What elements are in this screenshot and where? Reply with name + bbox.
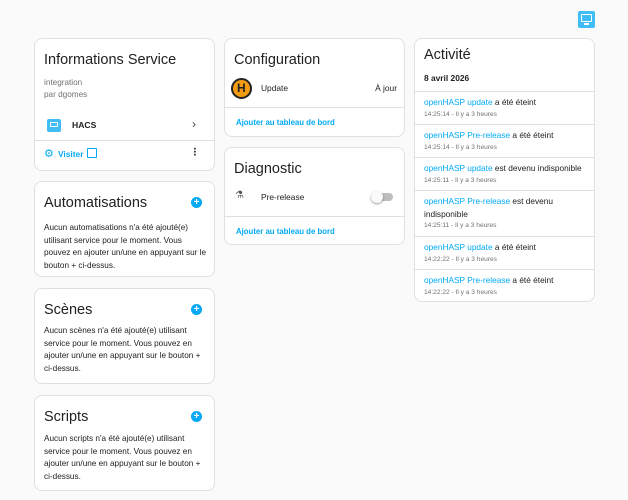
add-script-button[interactable]: + bbox=[191, 411, 202, 422]
activity-date: 8 avril 2026 bbox=[424, 73, 470, 83]
activity-entry: openHASP update a été éteint 14:22:22 - … bbox=[415, 236, 594, 265]
activity-entity-link[interactable]: openHASP update bbox=[424, 242, 493, 252]
configuration-add-to-dashboard-link[interactable]: Ajouter au tableau de bord bbox=[236, 118, 335, 127]
prerelease-entity-row[interactable]: ⚗ Pre-release bbox=[225, 187, 406, 207]
activity-entry: openHASP update est devenu indisponible … bbox=[415, 157, 594, 186]
update-entity-name: Update bbox=[261, 83, 289, 93]
update-entity-state: À jour bbox=[375, 83, 397, 93]
visit-label: Visiter bbox=[58, 149, 84, 159]
activity-time: 14:25:11 - Il y a 3 heures bbox=[424, 176, 497, 184]
activity-entry: openHASP Pre-release est devenu indispon… bbox=[415, 190, 594, 231]
activity-time: 14:25:14 - Il y a 3 heures bbox=[424, 110, 497, 118]
prerelease-entity-name: Pre-release bbox=[261, 192, 305, 202]
activity-entity-link[interactable]: openHASP Pre-release bbox=[424, 275, 510, 285]
activity-time: 14:25:11 - Il y a 3 heures bbox=[424, 222, 497, 229]
activity-title: Activité bbox=[424, 47, 471, 63]
chevron-right-icon: › bbox=[192, 117, 196, 131]
activity-time: 14:22:22 - Il y a 3 heures bbox=[424, 288, 497, 296]
scripts-card: Scripts + Aucun scripts n'a été ajouté(e… bbox=[34, 395, 215, 491]
activity-entity-link[interactable]: openHASP Pre-release bbox=[424, 196, 510, 206]
diagnostic-title: Diagnostic bbox=[234, 161, 302, 177]
info-subtitle-author: par dgomes bbox=[44, 90, 88, 99]
scripts-title: Scripts bbox=[44, 409, 89, 425]
activity-entity-link[interactable]: openHASP Pre-release bbox=[424, 130, 510, 140]
scripts-empty-text: Aucun scripts n'a été ajouté(e) utilisan… bbox=[44, 434, 201, 481]
update-entity-row[interactable]: H Update À jour bbox=[225, 77, 406, 99]
activity-entry: openHASP Pre-release a été éteint 14:22:… bbox=[415, 269, 594, 298]
hacs-device-icon bbox=[47, 119, 61, 132]
scenes-empty-text: Aucun scènes n'a été ajouté(e) utilisant… bbox=[44, 326, 201, 373]
automations-card: Automatisations + Aucun automatisations … bbox=[34, 181, 215, 277]
gear-icon: ⚙ bbox=[44, 148, 54, 160]
automations-empty-text: Aucun automatisations n'a été ajouté(e) … bbox=[44, 223, 207, 270]
add-automation-button[interactable]: + bbox=[191, 197, 202, 208]
info-title: Informations Service bbox=[44, 52, 177, 68]
diagnostic-add-to-dashboard-link[interactable]: Ajouter au tableau de bord bbox=[236, 227, 335, 236]
prerelease-toggle[interactable] bbox=[371, 191, 393, 203]
flask-off-icon: ⚗ bbox=[235, 190, 244, 201]
activity-entity-link[interactable]: openHASP update bbox=[424, 163, 493, 173]
device-row[interactable]: HACS › bbox=[35, 115, 216, 137]
info-subtitle-integration: integration bbox=[44, 78, 83, 87]
visit-button[interactable]: ⚙ Visiter bbox=[44, 147, 114, 163]
activity-card: Activité 8 avril 2026 openHASP update a … bbox=[414, 38, 595, 302]
add-scene-button[interactable]: + bbox=[191, 304, 202, 315]
hacs-badge-icon[interactable] bbox=[578, 11, 595, 28]
configuration-card: Configuration H Update À jour Ajouter au… bbox=[224, 38, 405, 137]
automations-title: Automatisations bbox=[44, 195, 148, 211]
more-options-icon[interactable]: ··· bbox=[188, 147, 202, 156]
activity-entry: openHASP Pre-release a été éteint 14:25:… bbox=[415, 124, 594, 153]
activity-entry: openHASP update a été éteint 14:25:14 - … bbox=[415, 91, 594, 120]
scenes-title: Scènes bbox=[44, 302, 93, 318]
info-card: Informations Service integration par dgo… bbox=[34, 38, 215, 171]
device-name: HACS bbox=[72, 120, 97, 130]
activity-time: 14:25:14 - Il y a 3 heures bbox=[424, 143, 497, 151]
activity-time: 14:22:22 - Il y a 3 heures bbox=[424, 255, 497, 263]
open-external-icon bbox=[87, 148, 97, 158]
diagnostic-card: Diagnostic ⚗ Pre-release Ajouter au tabl… bbox=[224, 147, 405, 245]
configuration-title: Configuration bbox=[234, 52, 321, 68]
scenes-card: Scènes + Aucun scènes n'a été ajouté(e) … bbox=[34, 288, 215, 384]
openhasp-logo-icon: H bbox=[231, 78, 252, 99]
activity-entity-link[interactable]: openHASP update bbox=[424, 97, 493, 107]
